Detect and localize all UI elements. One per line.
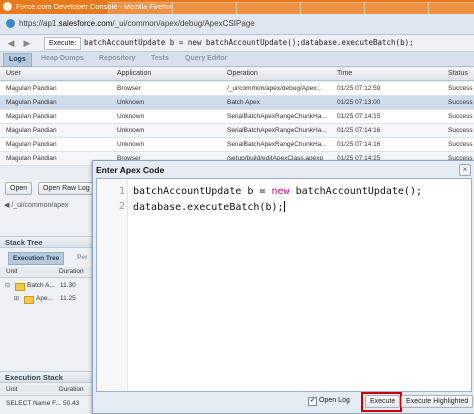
cell-user: Magulan Pandian <box>6 127 57 134</box>
cell-status: Success <box>448 141 473 148</box>
tab-tests[interactable]: Tests <box>146 53 174 65</box>
cell-operation: SerialBatchApexRangeChunkHa... <box>227 127 327 134</box>
column-duration[interactable]: Duration <box>59 386 84 393</box>
execution-stack-grid-header: Unit Duration <box>0 385 92 396</box>
cell-user: Magulan Pandian <box>6 113 57 120</box>
cell-status: Success <box>448 113 473 120</box>
dialog-footer: ✔ Open Log Execute Execute Highlighted <box>93 391 474 412</box>
cell-time: 01/25 07:14:16 <box>337 141 381 148</box>
tree-node-duration: 11.25 <box>60 295 76 302</box>
logs-table-header: User Application Operation Time Status <box>0 68 474 81</box>
text-cursor <box>283 201 285 212</box>
site-favicon-icon <box>6 19 15 28</box>
column-time[interactable]: Time <box>337 70 352 77</box>
stack-unit: SELECT Name F... <box>6 400 61 407</box>
open-log-checkbox[interactable]: ✔ <box>308 397 317 406</box>
tree-row[interactable]: ⊟ Batch A... 11.30 <box>0 281 92 292</box>
column-operation[interactable]: Operation <box>227 70 258 77</box>
close-icon[interactable]: × <box>459 164 471 176</box>
tab-repository[interactable]: Repository <box>94 53 141 65</box>
stack-tree-grid-header: Unit Duration <box>0 267 92 278</box>
console-tabs: Logs Heap Dumps Repository Tests Query E… <box>0 52 474 67</box>
execute-command-input[interactable]: batchAccountUpdate b = new batchAccountU… <box>84 38 414 47</box>
cell-operation: SerialBatchApexRangeChunkHa... <box>227 141 327 148</box>
cell-application: Unknown <box>117 113 145 120</box>
open-raw-log-button[interactable]: Open Raw Log <box>38 182 95 195</box>
cell-time: 01/25 07:13:00 <box>337 99 381 106</box>
execution-stack-header: Execution Stack <box>0 371 92 383</box>
execute-highlighted-button[interactable]: Execute Highlighted <box>401 395 474 408</box>
tab-performance-tree[interactable]: Per <box>73 252 91 263</box>
table-row[interactable]: Magulan Pandian Unknown SerialBatchApexR… <box>0 110 474 124</box>
code-line[interactable]: database.executeBatch(b); <box>133 201 285 213</box>
cell-status: Success <box>448 127 473 134</box>
tree-node-label: Batch A... <box>27 282 55 289</box>
column-unit[interactable]: Unit <box>6 386 18 393</box>
cell-user: Magulan Pandian <box>6 85 57 92</box>
table-row[interactable]: Magulan Pandian Unknown SerialBatchApexR… <box>0 138 474 152</box>
url-text[interactable]: https://ap1.salesforce.com/_ui/common/ap… <box>19 19 255 28</box>
column-duration[interactable]: Duration <box>59 268 84 275</box>
cell-application: Unknown <box>117 127 145 134</box>
open-log-label: Open Log <box>319 397 350 404</box>
stack-row[interactable]: SELECT Name F... 50.43 <box>0 399 92 410</box>
window-titlebar: Force.com Developer Console - Mozilla Fi… <box>0 0 474 15</box>
keyword-new: new <box>271 186 290 197</box>
tab-heap-dumps[interactable]: Heap Dumps <box>36 53 89 65</box>
execute-bar: ◀ ▶ Execute: batchAccountUpdate b = new … <box>0 35 474 52</box>
line-number: 2 <box>118 201 125 212</box>
tree-node-duration: 11.30 <box>60 282 76 289</box>
cell-time: 01/25 07:14:16 <box>337 127 381 134</box>
column-status[interactable]: Status <box>448 70 468 77</box>
tree-node-label: Ape... <box>36 295 53 302</box>
tab-query-editor[interactable]: Query Editor <box>180 53 232 65</box>
browser-tab-strip <box>108 2 474 15</box>
cell-application: Unknown <box>117 99 145 106</box>
cell-user: Magulan Pandian <box>6 99 57 106</box>
forward-arrow-icon[interactable]: ▶ <box>21 38 33 48</box>
stack-duration: 50.43 <box>63 400 80 407</box>
table-row[interactable]: Magulan Pandian Browser /_ui/common/apex… <box>0 82 474 96</box>
table-row[interactable]: Magulan Pandian Unknown SerialBatchApexR… <box>0 124 474 138</box>
tab-execution-tree[interactable]: Execution Tree <box>8 252 65 265</box>
stack-tree-header: Stack Tree <box>0 236 92 248</box>
cell-operation: SerialBatchApexRangeChunkHa... <box>227 113 327 120</box>
folder-icon <box>15 283 25 291</box>
cell-time: 01/25 07:12:59 <box>337 85 381 92</box>
execute-label-button[interactable]: Execute: <box>44 37 82 50</box>
enter-apex-code-dialog: Enter Apex Code × 1 2 batchAccountUpdate… <box>92 160 474 414</box>
open-button[interactable]: Open <box>5 182 33 195</box>
column-unit[interactable]: Unit <box>6 268 18 275</box>
cell-status: Success <box>448 85 473 92</box>
tab-logs[interactable]: Logs <box>3 53 32 67</box>
line-number: 1 <box>118 186 125 197</box>
execute-button[interactable]: Execute <box>365 395 401 408</box>
column-user[interactable]: User <box>6 70 21 77</box>
collapse-toggle-icon[interactable]: ⊟ <box>5 282 10 289</box>
apex-code-editor[interactable]: 1 2 batchAccountUpdate b = new batchAcco… <box>96 178 472 392</box>
cell-application: Browser <box>117 85 141 92</box>
code-line[interactable]: batchAccountUpdate b = new batchAccountU… <box>133 186 422 197</box>
collapse-toggle-icon[interactable]: ⊞ <box>14 295 19 302</box>
cell-operation: Batch Apex <box>227 99 260 106</box>
cell-operation: /_ui/common/apex/debug/Apex... <box>227 85 323 92</box>
table-row[interactable]: Magulan Pandian Unknown Batch Apex 01/25… <box>0 96 474 110</box>
log-file-path: ◀ /_ui/common/apex <box>4 202 69 209</box>
cell-time: 01/25 07:14:15 <box>337 113 381 120</box>
address-bar[interactable]: https://ap1.salesforce.com/_ui/common/ap… <box>0 14 474 35</box>
cell-application: Unknown <box>117 141 145 148</box>
firefox-logo-icon <box>3 2 12 11</box>
folder-icon <box>24 296 34 304</box>
column-application[interactable]: Application <box>117 70 151 77</box>
dialog-title: Enter Apex Code <box>96 165 165 175</box>
cell-user: Magulan Pandian <box>6 141 57 148</box>
tree-row[interactable]: ⊞ Ape... 11.25 <box>0 294 92 305</box>
back-arrow-icon[interactable]: ◀ <box>5 38 17 48</box>
cell-status: Success <box>448 99 473 106</box>
